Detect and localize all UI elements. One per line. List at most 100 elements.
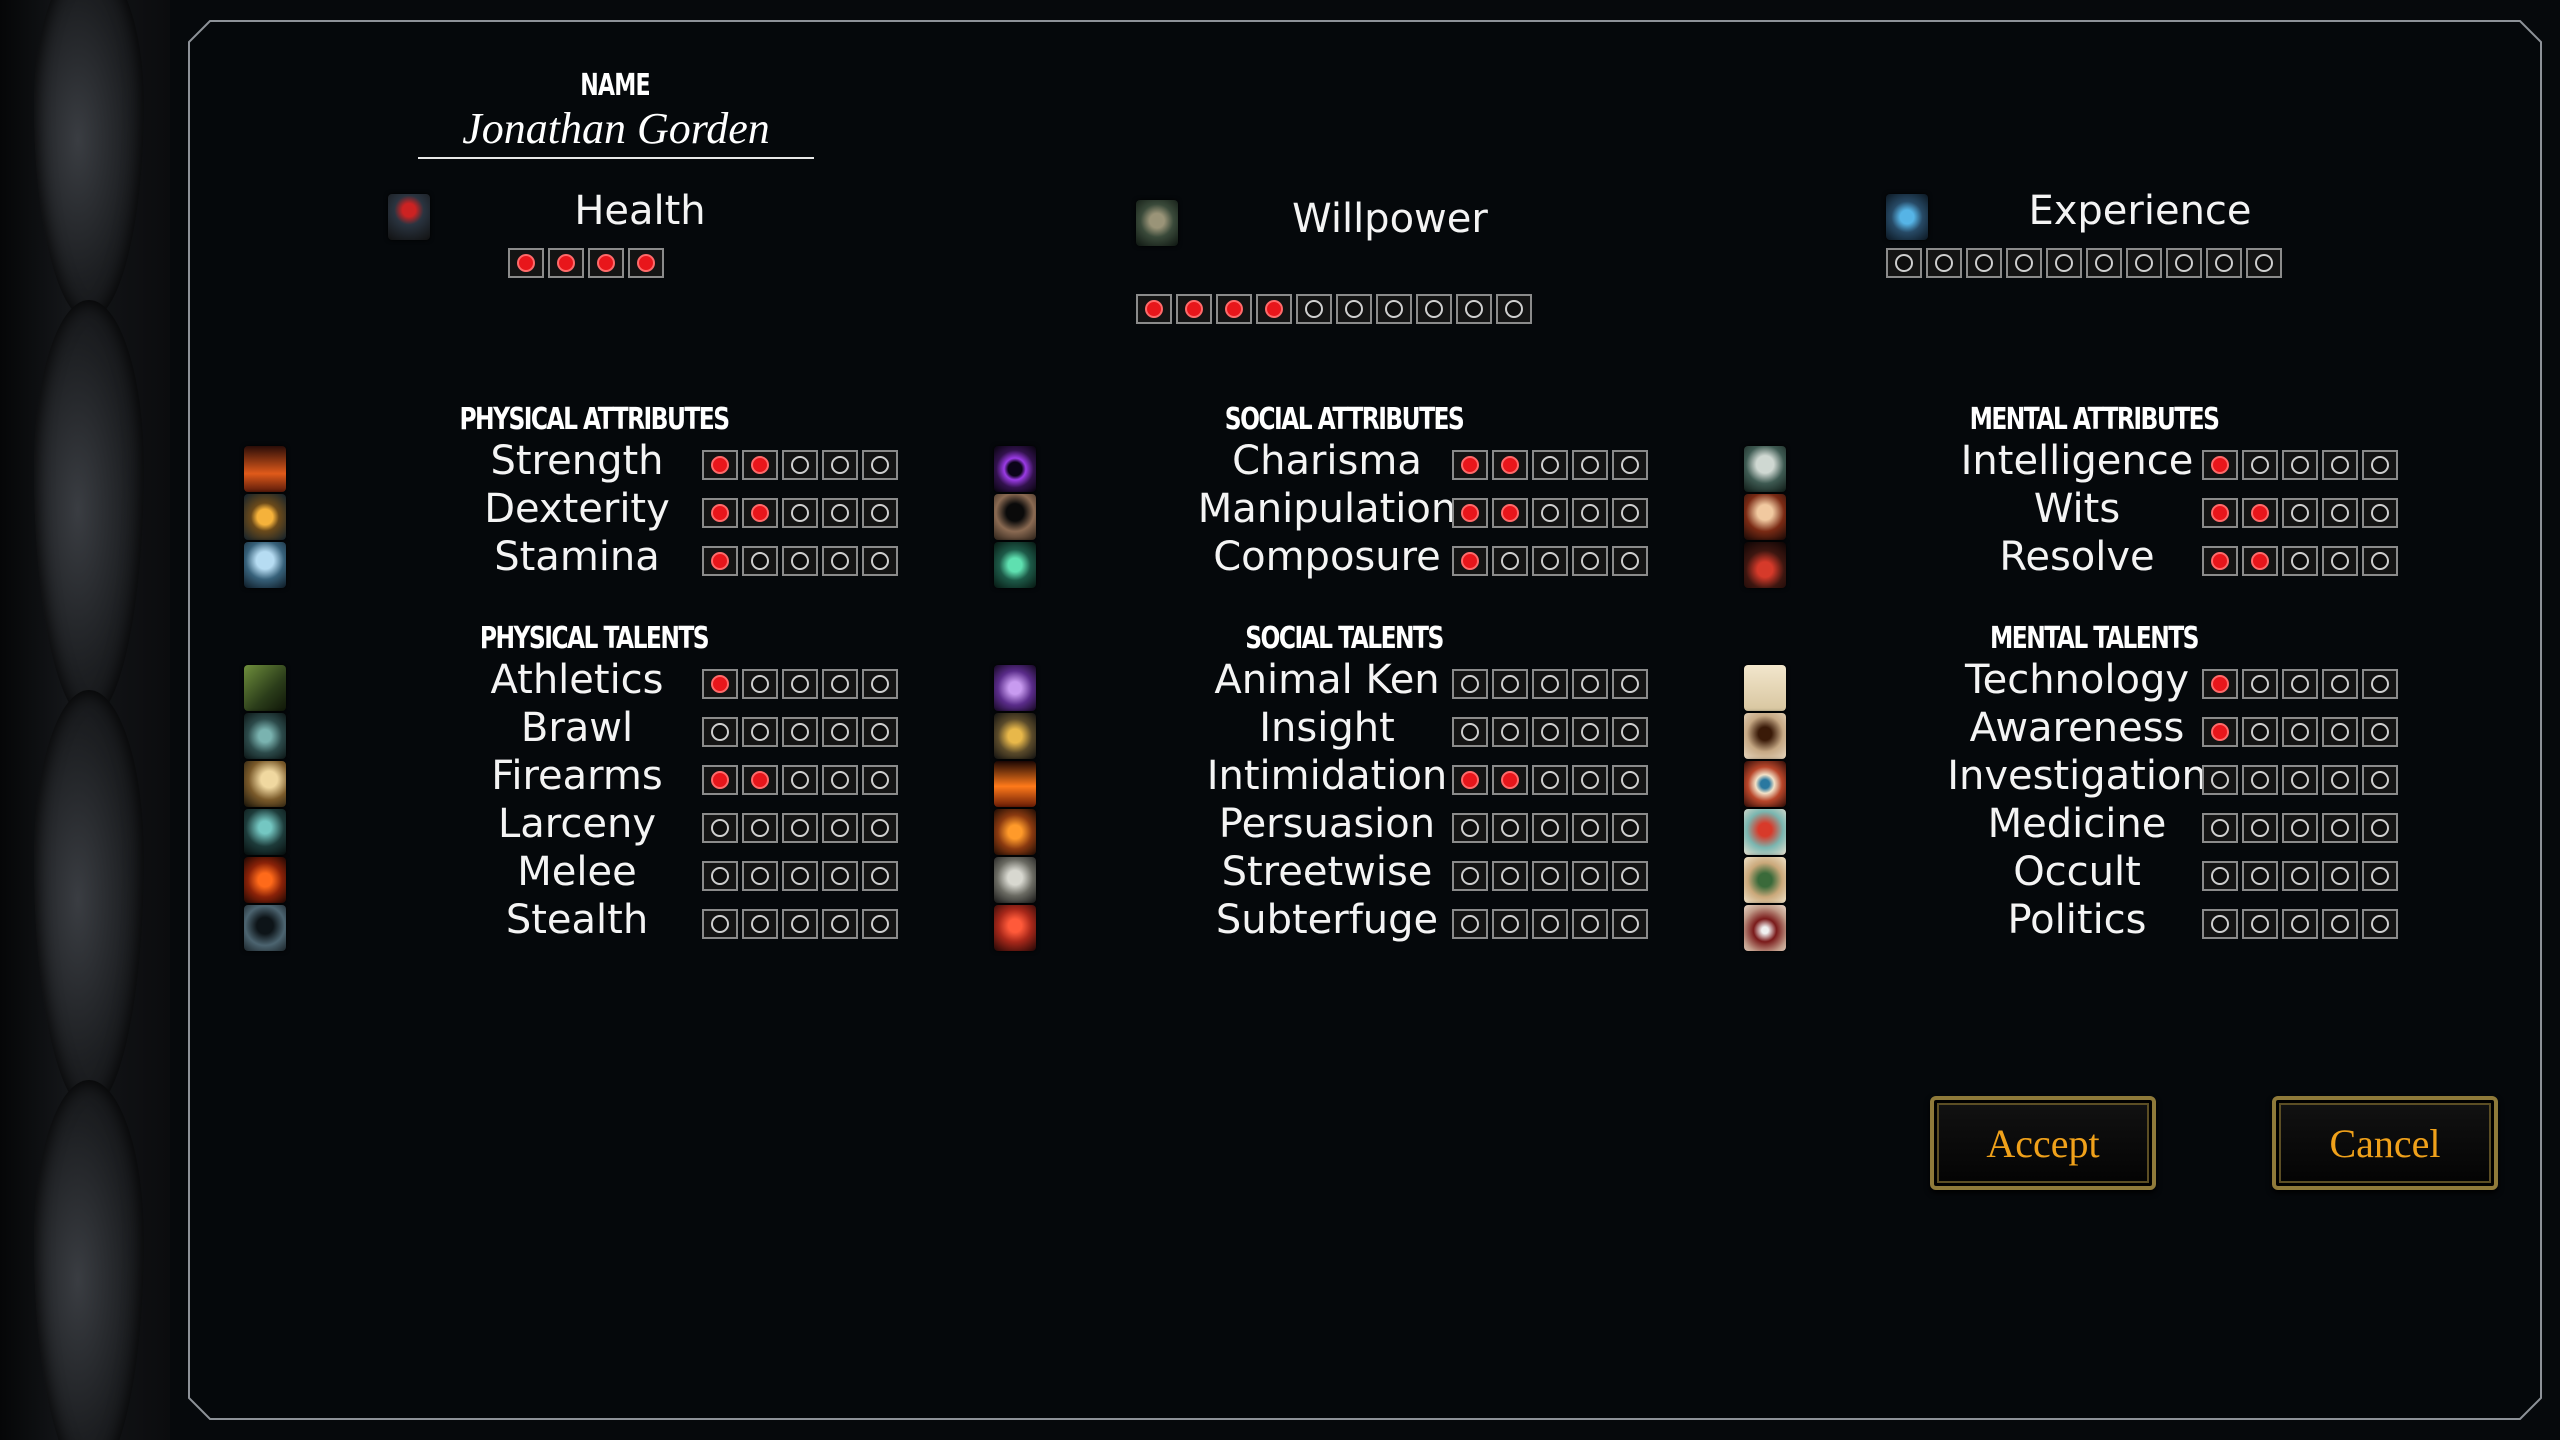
dot-empty[interactable] bbox=[1492, 669, 1528, 699]
dot-empty[interactable] bbox=[862, 450, 898, 480]
dot-empty[interactable] bbox=[2206, 248, 2242, 278]
dot-empty[interactable] bbox=[1612, 861, 1648, 891]
trait-dots[interactable] bbox=[1452, 813, 1652, 843]
dot-empty[interactable] bbox=[862, 861, 898, 891]
trait-dots[interactable] bbox=[1452, 717, 1652, 747]
dot-empty[interactable] bbox=[822, 765, 858, 795]
dot-empty[interactable] bbox=[2362, 717, 2398, 747]
dot-empty[interactable] bbox=[1532, 813, 1568, 843]
dot-empty[interactable] bbox=[1452, 717, 1488, 747]
dot-empty[interactable] bbox=[2282, 450, 2318, 480]
dot-empty[interactable] bbox=[742, 669, 778, 699]
dot-empty[interactable] bbox=[862, 546, 898, 576]
trait-dots[interactable] bbox=[1452, 765, 1652, 795]
willpower-dots[interactable] bbox=[1136, 294, 1536, 324]
trait-dots[interactable] bbox=[702, 450, 902, 480]
dot-empty[interactable] bbox=[2202, 765, 2238, 795]
dot-empty[interactable] bbox=[1886, 248, 1922, 278]
dot-empty[interactable] bbox=[2202, 909, 2238, 939]
dot-empty[interactable] bbox=[742, 546, 778, 576]
dot-empty[interactable] bbox=[2086, 248, 2122, 278]
dot-empty[interactable] bbox=[1612, 717, 1648, 747]
dot-filled[interactable] bbox=[628, 248, 664, 278]
dot-empty[interactable] bbox=[2362, 546, 2398, 576]
dot-empty[interactable] bbox=[822, 861, 858, 891]
dot-empty[interactable] bbox=[1612, 909, 1648, 939]
trait-dots[interactable] bbox=[702, 765, 902, 795]
trait-dots[interactable] bbox=[2202, 498, 2402, 528]
dot-empty[interactable] bbox=[1452, 861, 1488, 891]
dot-filled[interactable] bbox=[702, 765, 738, 795]
dot-filled[interactable] bbox=[1136, 294, 1172, 324]
cancel-button[interactable]: Cancel bbox=[2272, 1096, 2498, 1190]
dot-empty[interactable] bbox=[2362, 765, 2398, 795]
dot-empty[interactable] bbox=[2362, 669, 2398, 699]
dot-empty[interactable] bbox=[822, 669, 858, 699]
dot-filled[interactable] bbox=[2202, 717, 2238, 747]
dot-empty[interactable] bbox=[2282, 498, 2318, 528]
dot-empty[interactable] bbox=[2126, 248, 2162, 278]
dot-empty[interactable] bbox=[2242, 765, 2278, 795]
dot-empty[interactable] bbox=[1572, 909, 1608, 939]
dot-filled[interactable] bbox=[742, 450, 778, 480]
dot-empty[interactable] bbox=[782, 861, 818, 891]
trait-dots[interactable] bbox=[1452, 669, 1652, 699]
dot-empty[interactable] bbox=[1572, 765, 1608, 795]
dot-empty[interactable] bbox=[1492, 813, 1528, 843]
dot-empty[interactable] bbox=[2322, 717, 2358, 747]
dot-empty[interactable] bbox=[782, 765, 818, 795]
dot-empty[interactable] bbox=[862, 765, 898, 795]
dot-empty[interactable] bbox=[1572, 813, 1608, 843]
dot-filled[interactable] bbox=[742, 498, 778, 528]
dot-empty[interactable] bbox=[822, 813, 858, 843]
dot-filled[interactable] bbox=[2202, 450, 2238, 480]
trait-dots[interactable] bbox=[702, 861, 902, 891]
dot-empty[interactable] bbox=[702, 909, 738, 939]
dot-empty[interactable] bbox=[2282, 669, 2318, 699]
trait-dots[interactable] bbox=[1452, 498, 1652, 528]
dot-empty[interactable] bbox=[822, 546, 858, 576]
dot-empty[interactable] bbox=[2362, 498, 2398, 528]
dot-empty[interactable] bbox=[2362, 909, 2398, 939]
dot-empty[interactable] bbox=[1376, 294, 1412, 324]
dot-empty[interactable] bbox=[702, 717, 738, 747]
dot-filled[interactable] bbox=[548, 248, 584, 278]
dot-empty[interactable] bbox=[2202, 861, 2238, 891]
dot-filled[interactable] bbox=[742, 765, 778, 795]
dot-filled[interactable] bbox=[1492, 498, 1528, 528]
dot-empty[interactable] bbox=[2282, 813, 2318, 843]
dot-empty[interactable] bbox=[742, 909, 778, 939]
trait-dots[interactable] bbox=[702, 813, 902, 843]
dot-empty[interactable] bbox=[742, 813, 778, 843]
trait-dots[interactable] bbox=[2202, 861, 2402, 891]
dot-empty[interactable] bbox=[1452, 909, 1488, 939]
trait-dots[interactable] bbox=[2202, 765, 2402, 795]
dot-empty[interactable] bbox=[2322, 498, 2358, 528]
dot-filled[interactable] bbox=[2202, 669, 2238, 699]
dot-empty[interactable] bbox=[862, 813, 898, 843]
dot-filled[interactable] bbox=[588, 248, 624, 278]
dot-empty[interactable] bbox=[782, 909, 818, 939]
dot-empty[interactable] bbox=[2202, 813, 2238, 843]
dot-empty[interactable] bbox=[1492, 546, 1528, 576]
dot-empty[interactable] bbox=[1966, 248, 2002, 278]
dot-empty[interactable] bbox=[1612, 498, 1648, 528]
trait-dots[interactable] bbox=[702, 498, 902, 528]
dot-empty[interactable] bbox=[1416, 294, 1452, 324]
trait-dots[interactable] bbox=[702, 909, 902, 939]
dot-empty[interactable] bbox=[1452, 813, 1488, 843]
dot-empty[interactable] bbox=[1452, 669, 1488, 699]
dot-filled[interactable] bbox=[702, 669, 738, 699]
trait-dots[interactable] bbox=[702, 546, 902, 576]
dot-filled[interactable] bbox=[1452, 546, 1488, 576]
health-dots[interactable] bbox=[508, 248, 668, 278]
dot-filled[interactable] bbox=[1216, 294, 1252, 324]
dot-filled[interactable] bbox=[2202, 546, 2238, 576]
dot-filled[interactable] bbox=[1256, 294, 1292, 324]
dot-empty[interactable] bbox=[2242, 669, 2278, 699]
dot-empty[interactable] bbox=[2246, 248, 2282, 278]
dot-empty[interactable] bbox=[862, 717, 898, 747]
dot-empty[interactable] bbox=[822, 450, 858, 480]
dot-filled[interactable] bbox=[1492, 765, 1528, 795]
dot-empty[interactable] bbox=[2322, 813, 2358, 843]
